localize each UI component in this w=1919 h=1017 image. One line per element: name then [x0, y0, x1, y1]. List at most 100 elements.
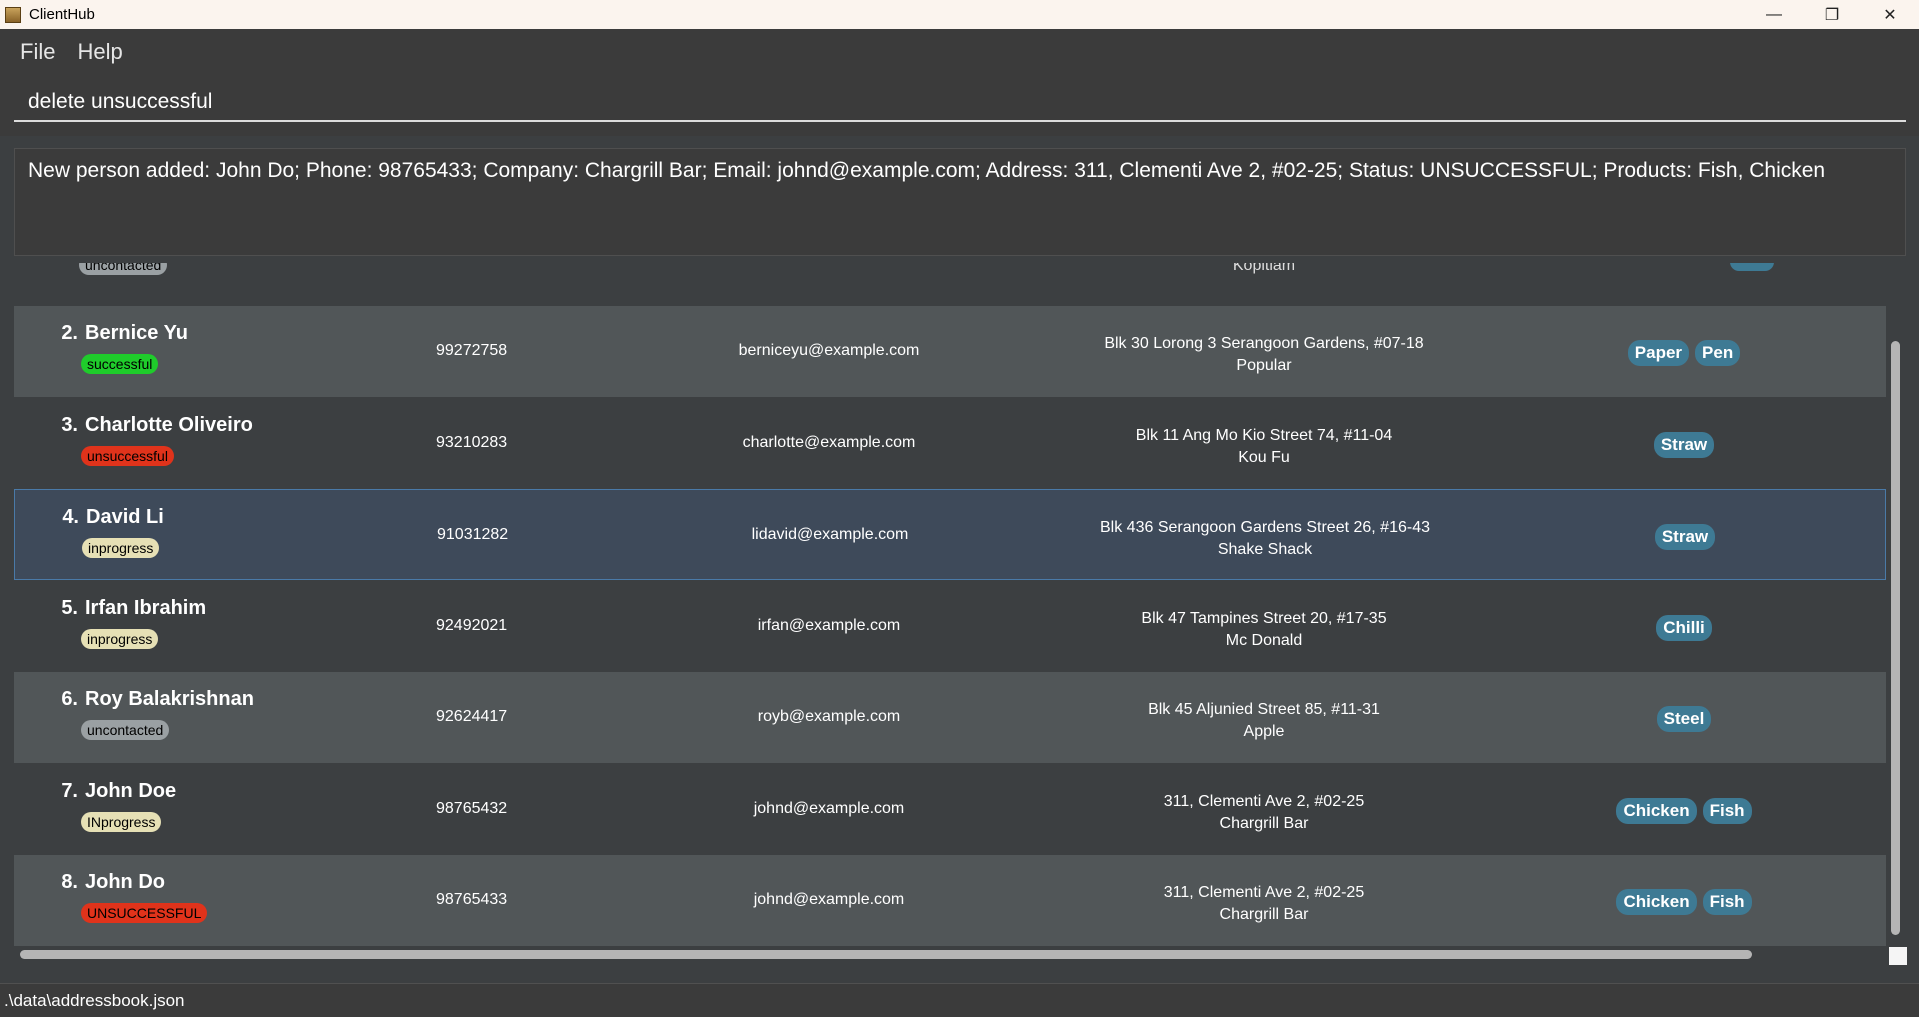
list-item-partial[interactable]: uncontacted Kopitiam	[14, 263, 1886, 306]
person-name-text: Bernice Yu	[85, 322, 189, 344]
person-address: Blk 436 Serangoon Gardens Street 26, #16…	[1100, 519, 1430, 536]
person-address: 311, Clementi Ave 2, #02-25	[1163, 792, 1365, 810]
vertical-scroll-thumb[interactable]	[1891, 341, 1900, 935]
person-email: irfan@example.com	[757, 616, 901, 634]
status-badge: successful	[81, 354, 159, 374]
person-email: charlotte@example.com	[742, 433, 916, 451]
list-item[interactable]: 8. John Do UNSUCCESSFUL 98765433 johnd@examp…	[14, 855, 1886, 946]
status-badge: inprogress	[82, 538, 160, 558]
list-item[interactable]: 5. Irfan Ibrahim inprogress 92492021 irfan@e…	[14, 580, 1886, 672]
product-tag: Fish	[1702, 797, 1752, 824]
product-tags: Chicken Fish	[1534, 797, 1834, 824]
product-tags: Straw	[1534, 431, 1834, 458]
app-icon	[5, 6, 21, 23]
person-index: 8.	[61, 871, 78, 893]
menu-help[interactable]: Help	[77, 39, 122, 65]
command-area	[0, 74, 1919, 136]
product-tag: Chicken	[1616, 889, 1697, 915]
person-name-text: John Do	[85, 871, 165, 893]
status-badge: uncontacted	[81, 720, 170, 740]
person-address: Blk 30 Lorong 3 Serangoon Gardens, #07-1…	[1104, 335, 1424, 352]
person-address-block: Blk 45 Aljunied Street 85, #11-31 Apple	[1014, 699, 1514, 743]
person-email: royb@example.com	[757, 708, 901, 725]
product-tag: Chicken	[1616, 797, 1697, 824]
person-name: 4. David Li	[53, 506, 164, 529]
person-phone: 98765433	[436, 891, 508, 908]
list-item[interactable]: 4. David Li inprogress 91031282 lidavid@exam…	[14, 489, 1886, 580]
product-tags: Chicken Fish	[1534, 889, 1834, 915]
product-tags: Straw	[1535, 524, 1835, 550]
scroll-corner	[1889, 947, 1907, 965]
person-phone: 92492021	[436, 616, 508, 634]
window-title: ClientHub	[29, 6, 95, 23]
maximize-button[interactable]: ❐	[1803, 0, 1861, 29]
person-phone: 99272758	[436, 342, 508, 359]
person-email: berniceyu@example.com	[738, 342, 920, 359]
command-input[interactable]	[14, 84, 1906, 122]
person-address-block: Blk 30 Lorong 3 Serangoon Gardens, #07-1…	[1014, 333, 1514, 377]
person-name-text: Roy Balakrishnan	[85, 688, 254, 710]
close-button[interactable]: ✕	[1861, 0, 1919, 29]
horizontal-scrollbar[interactable]	[14, 947, 1886, 961]
person-name-text: Charlotte Oliveiro	[85, 413, 253, 436]
product-tags: Steel	[1534, 706, 1834, 732]
product-tags: Chilli	[1534, 614, 1834, 641]
person-company: Apple	[1243, 723, 1285, 740]
status-badge: inprogress	[81, 628, 159, 649]
person-email: johnd@example.com	[753, 891, 905, 908]
person-name-text: David Li	[86, 506, 164, 528]
person-name: 2. Bernice Yu	[52, 322, 188, 345]
person-address-block: Blk 47 Tampines Street 20, #17-35 Mc Dona…	[1014, 608, 1514, 652]
person-email: lidavid@example.com	[751, 526, 909, 543]
person-name: 5. Irfan Ibrahim	[52, 597, 206, 620]
window-controls: — ❐ ✕	[1745, 0, 1919, 29]
list-item[interactable]: 7. John Doe INprogress 98765432 johnd@exampl…	[14, 763, 1886, 855]
person-company: Mc Donald	[1225, 631, 1303, 649]
person-company: Popular	[1236, 357, 1292, 374]
person-phone: 91031282	[437, 526, 509, 543]
person-index: 3.	[61, 413, 78, 436]
menu-bar: File Help	[0, 29, 1919, 74]
person-address: Blk 47 Tampines Street 20, #17-35	[1141, 609, 1387, 627]
person-name: 6. Roy Balakrishnan	[52, 688, 254, 711]
person-phone: 98765432	[436, 799, 508, 817]
list-item[interactable]: 2. Bernice Yu successful 99272758 berniceyu@…	[14, 306, 1886, 397]
vertical-scrollbar[interactable]	[1887, 263, 1903, 947]
list-item[interactable]: 3. Charlotte Oliveiro unsuccessful 93210283…	[14, 397, 1886, 489]
status-badge: INprogress	[81, 811, 162, 832]
person-company: Kou Fu	[1238, 448, 1290, 466]
title-bar: ClientHub — ❐ ✕	[0, 0, 1919, 29]
list-item[interactable]: 6. Roy Balakrishnan uncontacted 92624417 roy…	[14, 672, 1886, 763]
person-address-block: 311, Clementi Ave 2, #02-25 Chargrill Bar	[1014, 882, 1514, 926]
horizontal-scroll-thumb[interactable]	[20, 950, 1752, 959]
product-tag	[1730, 263, 1774, 271]
person-address: Blk 11 Ang Mo Kio Street 74, #11-04	[1135, 426, 1393, 444]
product-tag: Straw	[1653, 431, 1715, 458]
person-company: Chargrill Bar	[1219, 814, 1309, 832]
person-email: johnd@example.com	[753, 799, 905, 817]
product-tag: Steel	[1656, 706, 1712, 732]
person-address-block: Blk 11 Ang Mo Kio Street 74, #11-04 Kou F…	[1014, 425, 1514, 469]
status-badge: uncontacted	[79, 263, 168, 275]
person-name: 7. John Doe	[52, 780, 176, 803]
product-tags: Paper Pen	[1534, 340, 1834, 366]
person-name-text: Irfan Ibrahim	[85, 596, 207, 619]
status-bar: .\data\addressbook.json	[0, 983, 1919, 1017]
status-badge: UNSUCCESSFUL	[81, 903, 208, 923]
person-company: Shake Shack	[1217, 541, 1313, 558]
status-badge: unsuccessful	[81, 445, 174, 466]
person-company: Chargrill Bar	[1219, 906, 1309, 923]
person-company: Kopitiam	[1232, 263, 1296, 274]
person-address-block: 311, Clementi Ave 2, #02-25 Chargrill Bar	[1014, 791, 1514, 835]
product-tag: Paper	[1627, 340, 1690, 366]
person-index: 6.	[61, 688, 78, 710]
product-tag: Straw	[1654, 524, 1716, 550]
menu-file[interactable]: File	[20, 39, 55, 65]
person-phone: 93210283	[436, 433, 508, 451]
person-name-text: John Doe	[85, 779, 177, 802]
person-name: 3. Charlotte Oliveiro	[52, 414, 253, 437]
product-tag: Pen	[1695, 340, 1741, 366]
person-index: 2.	[61, 322, 78, 344]
person-list[interactable]: uncontacted Kopitiam 2. Bernice Yu success…	[0, 263, 1919, 979]
minimize-button[interactable]: —	[1745, 0, 1803, 29]
